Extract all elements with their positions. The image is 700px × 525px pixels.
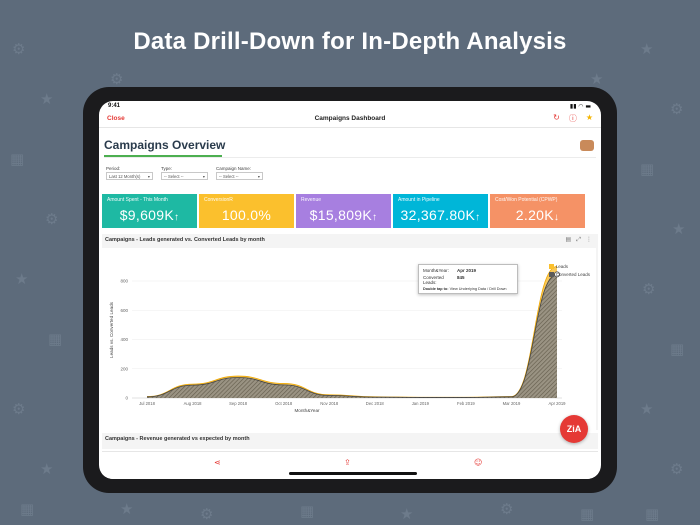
kpi-label: Revenue bbox=[301, 197, 322, 203]
tooltip-hint: View Underlying Data / Drill Down bbox=[448, 287, 507, 291]
title-divider bbox=[104, 157, 596, 158]
kpi-value: 2.20K bbox=[515, 207, 554, 223]
kpi-value: $15,809K bbox=[309, 207, 373, 223]
tooltip-key: Converted Leads: bbox=[423, 275, 444, 285]
app-screen: 9:41 ▮▮ ◠ ▬ Close Campaigns Dashboard ↻ … bbox=[99, 101, 601, 479]
dashboard-body: Campaigns Overview Period: Last 12 Month… bbox=[102, 128, 598, 479]
home-indicator bbox=[289, 472, 417, 475]
legend-item-converted[interactable]: Converted Leads bbox=[548, 272, 590, 277]
kpi-label: Cost/Won Potential (CPWP) bbox=[495, 197, 558, 203]
y-tick-label: 0 bbox=[125, 396, 128, 401]
kpi-value: 100.0% bbox=[221, 207, 272, 223]
kpi-amount-in-pipeline[interactable]: Amount in Pipeline 32,367.80K↑ bbox=[393, 194, 488, 228]
info-icon[interactable]: ⓘ bbox=[569, 113, 577, 124]
legend-label: Converted Leads bbox=[555, 272, 590, 277]
filter-bar: Period: Last 12 Month(s) ▾ Type: -- Sele… bbox=[106, 166, 263, 180]
kpi-row: Amount Spent - This Month $9,609K↑ Conve… bbox=[102, 194, 585, 228]
status-bar: 9:41 ▮▮ ◠ ▬ bbox=[99, 101, 601, 112]
legend-swatch bbox=[548, 272, 554, 277]
filter-period: Period: Last 12 Month(s) ▾ bbox=[106, 166, 153, 180]
kpi-label: ConversionR bbox=[204, 197, 233, 203]
x-tick-label: Oct 2018 bbox=[275, 401, 293, 406]
promo-headline: Data Drill-Down for In-Depth Analysis bbox=[133, 28, 567, 55]
filter-label: Campaign Name: bbox=[216, 166, 252, 171]
arrow-down-icon: ↓ bbox=[553, 212, 560, 223]
status-time: 9:41 bbox=[108, 103, 121, 109]
leads-area-chart[interactable]: 0 200 400 600 800 Jul 2018 Aug 2018 Sep 2018 Oct… bbox=[102, 248, 596, 430]
select-value: -- Select -- bbox=[164, 173, 184, 179]
chart-type-icon[interactable]: ▤ bbox=[566, 236, 572, 244]
kpi-value: $9,609K bbox=[119, 207, 174, 223]
collaborate-icon[interactable]: ☺ bbox=[474, 458, 482, 467]
chart-title: Campaigns - Leads generated vs. Converte… bbox=[105, 237, 265, 243]
chart-toolbar: ▤ ⤢ ⋮ bbox=[566, 236, 592, 244]
refresh-icon[interactable]: ↻ bbox=[553, 113, 560, 124]
arrow-up-icon: ↑ bbox=[475, 212, 481, 223]
kpi-cpwp[interactable]: Cost/Won Potential (CPWP) 2.20K↓ bbox=[490, 194, 585, 228]
select-value: -- Select -- bbox=[219, 173, 239, 179]
kpi-label: Amount Spent - This Month bbox=[107, 197, 168, 203]
nav-title: Campaigns Dashboard bbox=[314, 115, 386, 122]
tooltip-hint-bold: Double tap to: bbox=[423, 287, 449, 291]
y-tick-label: 800 bbox=[120, 279, 128, 284]
chevron-down-icon: ▾ bbox=[147, 173, 150, 179]
filter-label: Period: bbox=[106, 166, 121, 171]
tooltip-value: Apr 2019 bbox=[457, 268, 477, 273]
x-tick-label: Dec 2018 bbox=[366, 401, 385, 406]
chevron-down-icon: ▾ bbox=[202, 173, 205, 179]
more-options-icon[interactable]: ⋮ bbox=[586, 236, 592, 244]
y-axis-title: Leads vs. Converted Leads bbox=[109, 301, 114, 358]
filter-type: Type: -- Select -- ▾ bbox=[161, 166, 208, 180]
chart-legend: Leads Converted Leads bbox=[548, 264, 590, 280]
arrow-up-icon: ↑ bbox=[173, 212, 180, 223]
kpi-label: Amount in Pipeline bbox=[398, 197, 440, 203]
chart-tooltip: Month&Year: Apr 2019 Converted Leads: 845 … bbox=[418, 264, 518, 294]
x-tick-label: Jul 2018 bbox=[139, 401, 156, 406]
y-tick-label: 200 bbox=[120, 366, 128, 371]
filter-label: Type: bbox=[161, 166, 173, 171]
legend-swatch bbox=[548, 264, 554, 269]
tooltip-key: Month&Year: bbox=[423, 268, 449, 273]
y-tick-label: 400 bbox=[120, 337, 128, 342]
page-title: Campaigns Overview bbox=[104, 138, 226, 152]
nav-bar: Close Campaigns Dashboard ↻ ⓘ ★ bbox=[99, 112, 601, 128]
bottom-toolbar: ⋖ ⇪ ☺ bbox=[102, 451, 598, 479]
legend-label: Leads bbox=[555, 264, 568, 269]
arrow-up-icon: ↑ bbox=[372, 212, 378, 223]
x-tick-label: Mar 2019 bbox=[503, 401, 521, 406]
y-tick-label: 600 bbox=[120, 308, 128, 313]
x-tick-label: Feb 2019 bbox=[457, 401, 475, 406]
export-icon[interactable]: ⇪ bbox=[344, 458, 351, 467]
filter-campaign-name: Campaign Name: -- Select -- ▾ bbox=[216, 166, 263, 180]
x-tick-label: Sep 2018 bbox=[229, 401, 248, 406]
kpi-conversion-rate[interactable]: ConversionR 100.0% bbox=[199, 194, 294, 228]
zia-assistant-button[interactable]: ZiA bbox=[560, 415, 588, 443]
legend-item-leads[interactable]: Leads bbox=[548, 264, 590, 269]
kpi-amount-spent[interactable]: Amount Spent - This Month $9,609K↑ bbox=[102, 194, 197, 228]
chart-title: Campaigns - Revenue generated vs expecte… bbox=[105, 436, 250, 442]
system-icons: ▮▮ ◠ ▬ bbox=[569, 103, 591, 110]
x-tick-label: Jan 2019 bbox=[412, 401, 430, 406]
tooltip-value: 845 bbox=[457, 275, 465, 280]
campaign-name-select[interactable]: -- Select -- ▾ bbox=[216, 172, 263, 180]
type-select[interactable]: -- Select -- ▾ bbox=[161, 172, 208, 180]
expand-icon[interactable]: ⤢ bbox=[576, 236, 581, 244]
x-axis-title: Month&Year bbox=[294, 408, 320, 413]
kpi-value: 32,367.80K bbox=[400, 207, 476, 223]
period-select[interactable]: Last 12 Month(s) ▾ bbox=[106, 172, 153, 180]
x-tick-label: Aug 2018 bbox=[184, 401, 203, 406]
leads-chart-card: Campaigns - Leads generated vs. Converte… bbox=[102, 234, 598, 430]
chevron-down-icon: ▾ bbox=[257, 173, 260, 179]
share-icon[interactable]: ⋖ bbox=[214, 458, 221, 467]
select-value: Last 12 Month(s) bbox=[109, 173, 141, 179]
favorite-star-icon[interactable]: ★ bbox=[586, 113, 593, 124]
chart-plot-area[interactable]: 0 200 400 600 800 Jul 2018 Aug 2018 Sep 2018 Oct… bbox=[102, 248, 596, 430]
avatar[interactable] bbox=[580, 140, 594, 151]
x-tick-label: Apr 2019 bbox=[549, 401, 567, 406]
kpi-revenue[interactable]: Revenue $15,809K↑ bbox=[296, 194, 391, 228]
x-tick-label: Nov 2018 bbox=[320, 401, 339, 406]
